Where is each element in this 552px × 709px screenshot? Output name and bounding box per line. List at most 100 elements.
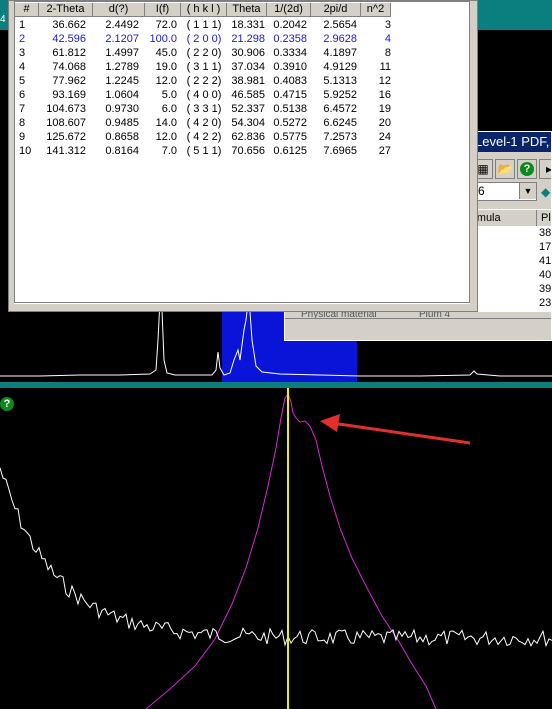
list-item[interactable]: 17 — [539, 240, 551, 254]
table-cell: 27 — [378, 145, 391, 157]
table-cell: 16 — [378, 89, 391, 101]
table-cell: 4.1897 — [323, 47, 357, 59]
table-cell: 0.3334 — [273, 47, 307, 59]
table-cell: 5 — [19, 75, 26, 87]
table-cell: 11 — [379, 61, 391, 73]
table-cell: 6.6245 — [323, 117, 357, 129]
table-cell: 5.0 — [161, 89, 177, 101]
table-cell: 3 — [19, 47, 26, 59]
table-cell: ( 3 3 1) — [186, 103, 222, 115]
table-cell: 1 — [19, 19, 26, 31]
table-scrollbar[interactable] — [14, 303, 470, 308]
list-item[interactable]: 23 — [539, 296, 551, 310]
reflections-table[interactable]: # 2-Theta d(?) I(f) ( h k l ) Theta 1/(2… — [14, 1, 470, 303]
table-cell: 7.0 — [161, 145, 177, 157]
table-cell: 125.672 — [46, 131, 86, 143]
list-item[interactable]: 39 — [539, 282, 551, 296]
table-cell: 72.0 — [155, 19, 177, 31]
table-cell: 18.331 — [231, 19, 265, 31]
table-cell: 8 — [19, 117, 26, 129]
col-header-n2[interactable]: n^2 — [361, 3, 391, 17]
pdf-list[interactable]: 38 17 41 40 39 23 — [465, 226, 551, 312]
table-cell: 21.298 — [231, 33, 265, 45]
table-cell: 20 — [378, 117, 391, 129]
fit-curve — [145, 392, 437, 709]
table-cell: 5.1313 — [323, 75, 357, 87]
col-header-d[interactable]: d(?) — [93, 3, 145, 17]
table-cell: 0.6125 — [273, 145, 307, 157]
table-cell: 0.8164 — [105, 145, 139, 157]
table-cell: 1.2245 — [105, 75, 139, 87]
table-cell: 19 — [378, 103, 391, 115]
table-cell: 30.906 — [231, 47, 265, 59]
help-icon[interactable]: ? — [517, 159, 537, 179]
table-cell: ( 1 1 1) — [186, 19, 222, 31]
table-cell: ( 5 1 1) — [186, 145, 222, 157]
list-item[interactable]: 41 — [539, 254, 551, 268]
table-cell: 2.1207 — [105, 33, 139, 45]
table-cell: 1.4997 — [105, 47, 139, 59]
col-header-2pid[interactable]: 2pi/d — [311, 3, 361, 17]
table-cell: 0.4083 — [273, 75, 307, 87]
zoom-trace — [0, 467, 552, 648]
table-cell: 12.0 — [155, 131, 177, 143]
table-cell: 1.0604 — [105, 89, 139, 101]
table-cell: 7.6965 — [323, 145, 357, 157]
col-header-2theta[interactable]: 2-Theta — [39, 3, 93, 17]
table-cell: 24 — [378, 131, 391, 143]
reflections-window: # 2-Theta d(?) I(f) ( h k l ) Theta 1/(2… — [8, 0, 478, 312]
chevron-down-icon[interactable]: ▼ — [519, 183, 536, 199]
table-cell: 0.9730 — [105, 103, 139, 115]
table-cell: 0.4715 — [273, 89, 307, 101]
table-cell: ( 4 2 2) — [186, 131, 222, 143]
pdf-scrollbar[interactable] — [285, 318, 551, 335]
table-cell: 3 — [384, 19, 391, 31]
table-cell: 0.5775 — [273, 131, 307, 143]
table-cell: 104.673 — [46, 103, 86, 115]
table-cell: 6 — [19, 89, 26, 101]
table-cell: 0.2042 — [273, 19, 307, 31]
peak-zoom-plot[interactable] — [0, 388, 552, 709]
table-cell: ( 3 1 1) — [186, 61, 222, 73]
table-cell: 9 — [19, 131, 26, 143]
col-header-theta[interactable]: Theta — [227, 3, 267, 17]
table-cell: 8 — [384, 47, 391, 59]
col-header-index[interactable]: # — [15, 3, 39, 17]
table-cell: 2.5654 — [323, 19, 357, 31]
col-header-hkl[interactable]: ( h k l ) — [181, 3, 227, 17]
col-pl[interactable]: Pl — [539, 210, 551, 226]
col-header-intensity[interactable]: I(f) — [145, 3, 181, 17]
more-icon[interactable]: ▸ — [539, 159, 551, 179]
table-cell: 100.0 — [149, 33, 177, 45]
table-cell: 93.169 — [52, 89, 86, 101]
col-header-inv2d[interactable]: 1/(2d) — [267, 3, 311, 17]
table-cell: ( 4 2 0) — [186, 117, 222, 129]
table-cell: 42.596 — [52, 33, 86, 45]
table-cell: 74.068 — [52, 61, 86, 73]
table-cell: 54.304 — [231, 117, 265, 129]
list-item[interactable]: 38 — [539, 226, 551, 240]
zoom-svg — [0, 388, 552, 709]
table-cell: 36.662 — [52, 19, 86, 31]
table-cell: ( 2 2 0) — [186, 47, 222, 59]
table-cell: 38.981 — [231, 75, 265, 87]
list-item[interactable]: 40 — [539, 268, 551, 282]
table-cell: ( 4 0 0) — [186, 89, 222, 101]
table-cell: 7 — [19, 103, 26, 115]
table-cell: 0.2358 — [273, 33, 307, 45]
table-cell: ( 2 2 2) — [186, 75, 222, 87]
table-cell: 108.607 — [46, 117, 86, 129]
table-cell: 52.337 — [231, 103, 265, 115]
table-cell: 2.4492 — [105, 19, 139, 31]
table-cell: 141.312 — [46, 145, 86, 157]
annotation-arrow-head — [320, 414, 340, 432]
table-cell: 0.5272 — [273, 117, 307, 129]
open-icon[interactable]: 📂 — [495, 159, 515, 179]
table-cell: 19.0 — [155, 61, 177, 73]
table-cell: 0.3910 — [273, 61, 307, 73]
table-cell: 61.812 — [52, 47, 86, 59]
table-cell: 6.4572 — [323, 103, 357, 115]
help-icon[interactable]: ? — [0, 397, 14, 411]
globe-icon[interactable]: ◆ — [541, 185, 551, 199]
table-cell: 2 — [19, 33, 26, 45]
